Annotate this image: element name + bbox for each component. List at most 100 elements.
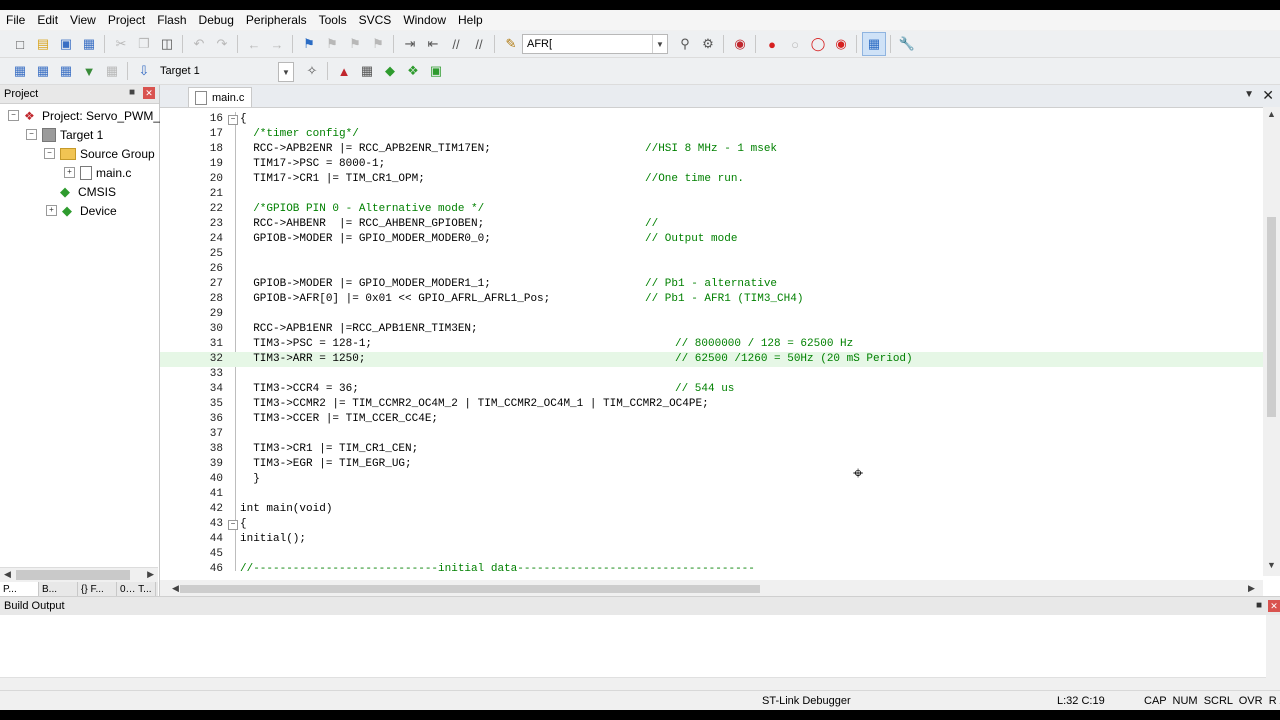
build-hscrollbar[interactable] (0, 677, 1266, 690)
menu-peripherals[interactable]: Peripherals (240, 10, 313, 30)
build-vscrollbar[interactable] (1266, 615, 1280, 677)
code-line[interactable]: 31 TIM3->PSC = 128-1; // 8000000 / 128 = … (160, 337, 1263, 352)
tree-item-cmsis[interactable]: ◆ CMSIS (60, 182, 116, 201)
code-line[interactable]: 24 GPIOB->MODER |= GPIO_MODER_MODER0_0; /… (160, 232, 1263, 247)
scroll-right-icon[interactable]: ▶ (147, 569, 154, 580)
build-icon[interactable]: ▦ (32, 60, 54, 82)
expand-icon[interactable]: + (64, 167, 75, 178)
find-combo[interactable]: AFR[ ▼ (522, 34, 668, 54)
code-line[interactable]: 17 /*timer config*/ (160, 127, 1263, 142)
nav-back-icon[interactable]: ← (243, 33, 265, 55)
scroll-thumb[interactable] (180, 585, 760, 593)
collapse-icon[interactable]: − (44, 148, 55, 159)
tree-item-target[interactable]: − Target 1 (26, 125, 103, 144)
code-line[interactable]: 33 (160, 367, 1263, 382)
target-select[interactable]: Target 1 ▼ (155, 61, 295, 82)
tree-item-project[interactable]: − ❖ Project: Servo_PWM_32 (8, 106, 173, 125)
find-icon[interactable]: ⚲ (674, 33, 696, 55)
code-line[interactable]: 43−{ (160, 517, 1263, 532)
pin-icon[interactable]: ■ (1256, 600, 1262, 611)
close-icon[interactable]: ✕ (1268, 600, 1280, 612)
translate-icon[interactable]: ▦ (9, 60, 31, 82)
stop-build-icon[interactable]: ▦ (101, 60, 123, 82)
tab-books[interactable]: B... (39, 582, 78, 597)
code-line[interactable]: 37 (160, 427, 1263, 442)
rebuild-icon[interactable]: ▦ (55, 60, 77, 82)
tab-project[interactable]: P... (0, 582, 39, 597)
menu-tools[interactable]: Tools (313, 10, 353, 30)
indent-icon[interactable]: ⇥ (399, 33, 421, 55)
menu-edit[interactable]: Edit (31, 10, 64, 30)
code-line[interactable]: 20 TIM17->CR1 |= TIM_CR1_OPM; //One time … (160, 172, 1263, 187)
select-packs-icon[interactable]: ◆ (379, 60, 401, 82)
code-line[interactable]: 45 (160, 547, 1263, 562)
code-line[interactable]: 39 TIM3->EGR |= TIM_EGR_UG; (160, 457, 1263, 472)
next-bookmark-icon[interactable]: ⚑ (344, 33, 366, 55)
collapse-icon[interactable]: − (26, 129, 37, 140)
redo-icon[interactable]: ↷ (211, 33, 233, 55)
uncomment-icon[interactable]: // (468, 33, 490, 55)
tree-item-main-c[interactable]: + main.c (64, 163, 131, 182)
debug-session-icon[interactable]: ◉ (729, 33, 751, 55)
code-line[interactable]: 27 GPIOB->MODER |= GPIO_MODER_MODER1_1; /… (160, 277, 1263, 292)
incremental-find-icon[interactable]: ⚙ (697, 33, 719, 55)
open-folder-icon[interactable]: ▤ (32, 33, 54, 55)
undo-icon[interactable]: ↶ (188, 33, 210, 55)
clear-bookmarks-icon[interactable]: ⚑ (367, 33, 389, 55)
scroll-down-icon[interactable]: ▼ (1267, 560, 1276, 570)
kill-breakpoints-icon[interactable]: ◉ (830, 33, 852, 55)
editor-vscrollbar[interactable]: ▲ ▼ (1263, 107, 1280, 576)
code-line[interactable]: 38 TIM3->CR1 |= TIM_CR1_CEN; (160, 442, 1263, 457)
code-line[interactable]: 29 (160, 307, 1263, 322)
menu-project[interactable]: Project (102, 10, 151, 30)
fold-icon[interactable]: − (228, 520, 238, 530)
code-line[interactable]: 16−{ (160, 112, 1263, 127)
menu-flash[interactable]: Flash (151, 10, 192, 30)
menu-svcs[interactable]: SVCS (353, 10, 398, 30)
tree-item-source-group[interactable]: − Source Group (44, 144, 155, 163)
disable-all-breakpoints-icon[interactable]: ◯ (807, 33, 829, 55)
close-icon[interactable]: ✕ (1262, 87, 1274, 104)
fold-icon[interactable]: − (228, 115, 238, 125)
tab-main-c[interactable]: main.c (188, 87, 252, 107)
configure-icon[interactable]: 🔧 (896, 33, 918, 55)
code-line[interactable]: 46 //----------------------------initial … (160, 562, 1263, 571)
code-line[interactable]: 26 (160, 262, 1263, 277)
menu-view[interactable]: View (64, 10, 102, 30)
comment-icon[interactable]: // (445, 33, 467, 55)
code-line[interactable]: 36 TIM3->CCER |= TIM_CCER_CC4E; (160, 412, 1263, 427)
chevron-down-icon[interactable]: ▼ (652, 35, 667, 53)
prev-bookmark-icon[interactable]: ⚑ (321, 33, 343, 55)
chevron-down-icon[interactable]: ▼ (1244, 89, 1254, 100)
disable-breakpoint-icon[interactable]: ○ (784, 33, 806, 55)
manage-components-icon[interactable]: ▲ (333, 60, 355, 82)
expand-icon[interactable]: + (46, 205, 57, 216)
code-line[interactable]: 21 (160, 187, 1263, 202)
build-output-pane[interactable] (0, 615, 1280, 677)
close-icon[interactable]: ✕ (143, 87, 155, 99)
pin-icon[interactable]: ■ (129, 87, 135, 98)
target-options-icon[interactable]: ✧ (301, 60, 323, 82)
code-line[interactable]: 25 (160, 247, 1263, 262)
scroll-up-icon[interactable]: ▲ (1267, 109, 1276, 119)
code-line[interactable]: 40 } (160, 472, 1263, 487)
scroll-thumb[interactable] (1267, 217, 1276, 417)
bookmark-icon[interactable]: ⚑ (298, 33, 320, 55)
new-file-icon[interactable]: □ (9, 33, 31, 55)
save-icon[interactable]: ▣ (55, 33, 77, 55)
code-line[interactable]: 42 int main(void) (160, 502, 1263, 517)
breakpoint-icon[interactable]: ● (761, 33, 783, 55)
code-line[interactable]: 32 TIM3->ARR = 1250; // 62500 /1260 = 50H… (160, 352, 1263, 367)
nav-forward-icon[interactable]: → (266, 33, 288, 55)
save-all-icon[interactable]: ▦ (78, 33, 100, 55)
editor-hscrollbar[interactable]: ◀ ▶ (160, 580, 1263, 597)
download-icon[interactable]: ⇩ (133, 60, 155, 82)
tab-functions[interactable]: {} F... (78, 582, 117, 597)
code-line[interactable]: 44 initial(); (160, 532, 1263, 547)
code-line[interactable]: 18 RCC->APB2ENR |= RCC_APB2ENR_TIM17EN; /… (160, 142, 1263, 157)
copy-icon[interactable]: ❐ (133, 33, 155, 55)
menu-file[interactable]: File (0, 10, 31, 30)
paste-icon[interactable]: ◫ (156, 33, 178, 55)
menu-window[interactable]: Window (397, 10, 452, 30)
project-hscrollbar[interactable]: ◀ ▶ (0, 567, 158, 582)
